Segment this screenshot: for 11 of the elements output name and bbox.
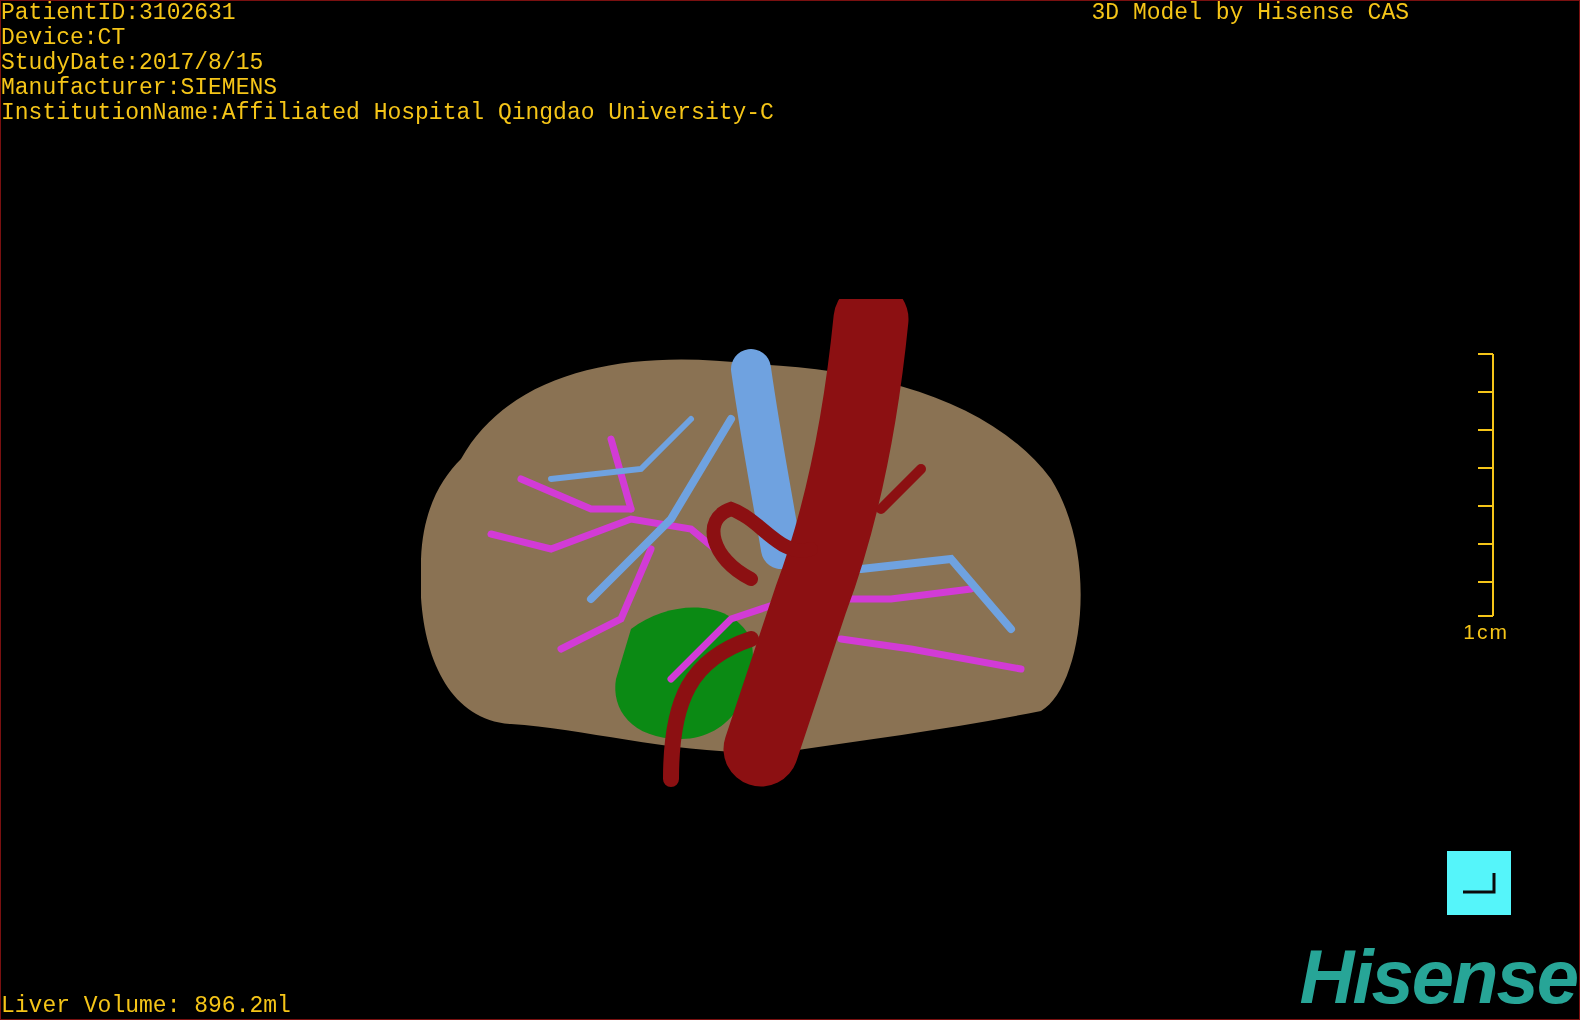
liver-volume-text: Liver Volume: 896.2ml (1, 994, 291, 1019)
corner-button[interactable] (1447, 851, 1511, 915)
patient-info-text: Device:CT (1, 26, 127, 51)
patient-info-text: InstitutionName:Affiliated Hospital Qingdao University-C (1, 101, 774, 126)
app-title: 3D Model by Hisense CAS (1091, 1, 1409, 26)
patient-info-text: PatientID:3102631 (1, 1, 237, 26)
patient-info-text: Manufacturer:SIEMENS (1, 76, 279, 101)
patient-info-text: StudyDate:2017/8/15 (1, 51, 265, 76)
brand-logo: Hisense (1299, 937, 1577, 1017)
scale-label: 1cm (1463, 619, 1509, 644)
corner-icon (1462, 872, 1496, 894)
